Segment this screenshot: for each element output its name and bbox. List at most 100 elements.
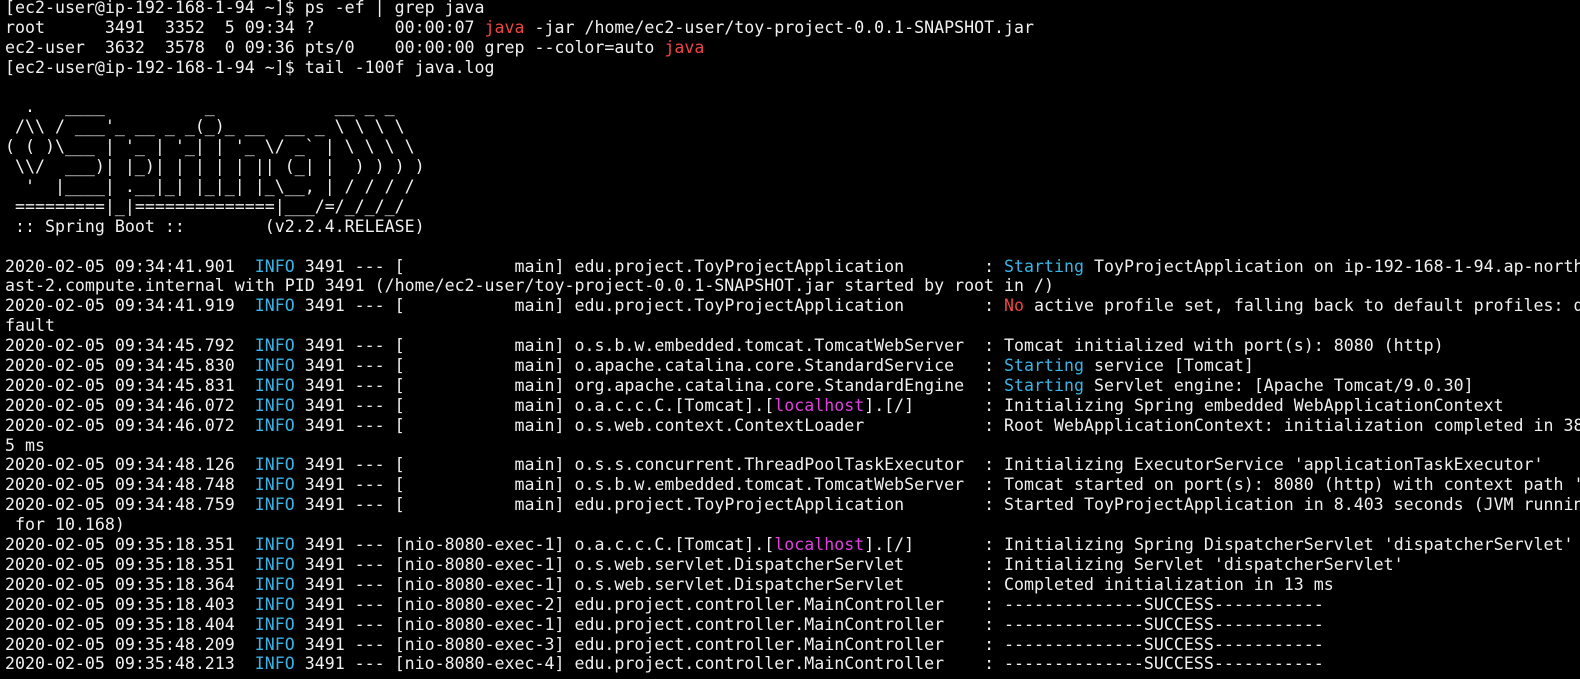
terminal-text-segment: 2020-02-05 09:34:46.072 xyxy=(5,415,255,435)
terminal-text-segment: 3491 --- [ main] edu.project.ToyProjectA… xyxy=(294,495,1580,515)
terminal-text-segment: 2020-02-05 09:35:18.364 xyxy=(5,574,255,594)
terminal-text-segment: INFO xyxy=(254,375,295,395)
terminal-line: for 10.168) xyxy=(5,515,1580,535)
terminal-text-segment: 2020-02-05 09:34:41.919 xyxy=(5,296,255,316)
terminal-text-segment: 2020-02-05 09:34:41.901 xyxy=(5,256,255,276)
terminal-text-segment: INFO xyxy=(254,535,295,555)
terminal-line: 2020-02-05 09:34:45.792 INFO 3491 --- [ … xyxy=(5,336,1580,356)
terminal-text-segment: \\/ ___)| |_)| | | | | || (_| | ) ) ) ) xyxy=(5,157,425,177)
terminal-text-segment: 3491 --- [ main] o.s.web.context.Context… xyxy=(294,415,1580,435)
terminal-text-segment: No xyxy=(1004,296,1025,316)
terminal-window[interactable]: [ec2-user@ip-192-168-1-94 ~]$ ps -ef | g… xyxy=(0,0,1580,679)
terminal-text-segment: . ____ _ __ _ _ xyxy=(5,97,395,117)
terminal-text-segment: INFO xyxy=(254,256,295,276)
terminal-line: 2020-02-05 09:35:48.213 INFO 3491 --- [n… xyxy=(5,654,1580,674)
terminal-text-segment: 3491 --- [nio-8080-exec-1] o.s.web.servl… xyxy=(294,574,1334,594)
terminal-line: 2020-02-05 09:35:18.351 INFO 3491 --- [n… xyxy=(5,555,1580,575)
terminal-line: 2020-02-05 09:34:48.126 INFO 3491 --- [ … xyxy=(5,455,1580,475)
terminal-line: 2020-02-05 09:35:48.209 INFO 3491 --- [n… xyxy=(5,635,1580,655)
terminal-text-segment: java xyxy=(484,17,525,37)
terminal-text-segment: 2020-02-05 09:34:45.830 xyxy=(5,356,255,376)
terminal-text-segment: 2020-02-05 09:34:45.792 xyxy=(5,336,255,356)
terminal-text-segment: INFO xyxy=(254,554,295,574)
terminal-text-segment: 3491 --- [ main] edu.project.ToyProjectA… xyxy=(294,296,1005,316)
terminal-text-segment: 3491 --- [nio-8080-exec-1] o.s.web.servl… xyxy=(294,554,1404,574)
terminal-text-segment: ( ( )\___ | '_ | '_| | '_ \/ _` | \ \ \ … xyxy=(5,137,415,157)
terminal-line: [ec2-user@ip-192-168-1-94 ~]$ ps -ef | g… xyxy=(5,0,1580,18)
terminal-text-segment: INFO xyxy=(254,634,295,654)
terminal-line: ec2-user 3632 3578 0 09:36 pts/0 00:00:0… xyxy=(5,38,1580,58)
terminal-line: \\/ ___)| |_)| | | | | || (_| | ) ) ) ) xyxy=(5,157,1580,177)
terminal-text-segment: :: Spring Boot :: (v2.2.4.RELEASE) xyxy=(5,216,425,236)
terminal-text-segment: 2020-02-05 09:35:48.209 xyxy=(5,634,255,654)
terminal-text-segment: INFO xyxy=(254,614,295,634)
terminal-text-segment: 2020-02-05 09:35:18.351 xyxy=(5,535,255,555)
terminal-text-segment: fault xyxy=(5,316,55,336)
terminal-line: :: Spring Boot :: (v2.2.4.RELEASE) xyxy=(5,217,1580,237)
terminal-text-segment: 2020-02-05 09:34:45.831 xyxy=(5,375,255,395)
terminal-text-segment: ].[/] : Initializing Spring embedded Web… xyxy=(864,395,1504,415)
terminal-line: 2020-02-05 09:35:18.351 INFO 3491 --- [n… xyxy=(5,535,1580,555)
terminal-text-segment: 2020-02-05 09:34:48.126 xyxy=(5,455,255,475)
terminal-text-segment: 2020-02-05 09:35:48.213 xyxy=(5,654,255,674)
terminal-text-segment: 3491 --- [nio-8080-exec-4] edu.project.c… xyxy=(294,654,1324,674)
terminal-line: 2020-02-05 09:34:48.748 INFO 3491 --- [ … xyxy=(5,475,1580,495)
terminal-text-segment: /\\ / ___'_ __ _ _(_)_ __ __ _ \ \ \ \ xyxy=(5,117,405,137)
terminal-text-segment: Starting xyxy=(1004,256,1084,276)
terminal-text-segment: INFO xyxy=(254,395,295,415)
terminal-text-segment: 3491 --- [ main] o.a.c.c.C.[Tomcat].[ xyxy=(294,395,775,415)
terminal-line: [ec2-user@ip-192-168-1-94 ~]$ tail -100f… xyxy=(5,58,1580,78)
terminal-line: 2020-02-05 09:34:48.759 INFO 3491 --- [ … xyxy=(5,495,1580,515)
terminal-text-segment: INFO xyxy=(254,574,295,594)
terminal-line: 2020-02-05 09:34:41.919 INFO 3491 --- [ … xyxy=(5,296,1580,316)
terminal-text-segment: ast-2.compute.internal with PID 3491 (/h… xyxy=(5,276,1054,296)
terminal-line: 2020-02-05 09:34:41.901 INFO 3491 --- [ … xyxy=(5,257,1580,277)
terminal-line: /\\ / ___'_ __ _ _(_)_ __ __ _ \ \ \ \ xyxy=(5,117,1580,137)
terminal-line: 2020-02-05 09:35:18.404 INFO 3491 --- [n… xyxy=(5,615,1580,635)
terminal-line: 2020-02-05 09:34:45.831 INFO 3491 --- [ … xyxy=(5,376,1580,396)
terminal-text-segment: 3491 --- [ main] o.s.s.concurrent.Thread… xyxy=(294,455,1544,475)
terminal-line: 5 ms xyxy=(5,436,1580,456)
terminal-text-segment: Starting xyxy=(1004,375,1084,395)
terminal-text-segment: 3491 --- [ main] o.s.b.w.embedded.tomcat… xyxy=(294,336,1444,356)
terminal-text-segment: root 3491 3352 5 09:34 ? 00:00:07 xyxy=(5,17,485,37)
terminal-text-segment: Servlet engine: [Apache Tomcat/9.0.30] xyxy=(1083,375,1474,395)
terminal-text-segment: Starting xyxy=(1004,356,1084,376)
terminal-text-segment: 2020-02-05 09:34:46.072 xyxy=(5,395,255,415)
terminal-text-segment: INFO xyxy=(254,654,295,674)
terminal-line: root 3491 3352 5 09:34 ? 00:00:07 java -… xyxy=(5,18,1580,38)
terminal-line: 2020-02-05 09:34:45.830 INFO 3491 --- [ … xyxy=(5,356,1580,376)
terminal-text-segment: [ec2-user@ip-192-168-1-94 ~]$ ps -ef | g… xyxy=(5,0,485,17)
terminal-text-segment: 3491 --- [nio-8080-exec-2] edu.project.c… xyxy=(294,594,1324,614)
terminal-text-segment: 2020-02-05 09:35:18.351 xyxy=(5,554,255,574)
terminal-text-segment: INFO xyxy=(254,336,295,356)
terminal-line: 2020-02-05 09:34:46.072 INFO 3491 --- [ … xyxy=(5,396,1580,416)
terminal-text-segment: active profile set, falling back to defa… xyxy=(1024,296,1580,316)
terminal-text-segment: INFO xyxy=(254,356,295,376)
terminal-text-segment: 2020-02-05 09:34:48.748 xyxy=(5,475,255,495)
terminal-text-segment: INFO xyxy=(254,495,295,515)
terminal-text-segment: 3491 --- [nio-8080-exec-3] edu.project.c… xyxy=(294,634,1324,654)
terminal-line: ' |____| .__|_| |_|_| |_\__, | / / / / xyxy=(5,177,1580,197)
terminal-text-segment: INFO xyxy=(254,594,295,614)
terminal-text-segment: INFO xyxy=(254,415,295,435)
terminal-text-segment: localhost xyxy=(774,535,865,555)
terminal-line: 2020-02-05 09:35:18.364 INFO 3491 --- [n… xyxy=(5,575,1580,595)
terminal-text-segment: 3491 --- [ main] edu.project.ToyProjectA… xyxy=(294,256,1005,276)
terminal-text-segment: 3491 --- [ main] org.apache.catalina.cor… xyxy=(294,375,1005,395)
terminal-text-segment: 3491 --- [ main] o.s.b.w.embedded.tomcat… xyxy=(294,475,1580,495)
terminal-line: ast-2.compute.internal with PID 3491 (/h… xyxy=(5,276,1580,296)
terminal-text-segment: 3491 --- [nio-8080-exec-1] edu.project.c… xyxy=(294,614,1324,634)
terminal-text-segment: service [Tomcat] xyxy=(1083,356,1254,376)
terminal-text-segment: 2020-02-05 09:34:48.759 xyxy=(5,495,255,515)
terminal-text-segment: 2020-02-05 09:35:18.403 xyxy=(5,594,255,614)
terminal-line: . ____ _ __ _ _ xyxy=(5,97,1580,117)
terminal-text-segment: for 10.168) xyxy=(5,515,125,535)
terminal-text-segment: ToyProjectApplication on ip-192-168-1-94… xyxy=(1083,256,1580,276)
terminal-text-segment: localhost xyxy=(774,395,865,415)
terminal-line: 2020-02-05 09:34:46.072 INFO 3491 --- [ … xyxy=(5,416,1580,436)
terminal-line: 2020-02-05 09:35:18.403 INFO 3491 --- [n… xyxy=(5,595,1580,615)
terminal-line: =========|_|==============|___/=/_/_/_/ xyxy=(5,197,1580,217)
terminal-text-segment: ' |____| .__|_| |_|_| |_\__, | / / / / xyxy=(5,177,415,197)
